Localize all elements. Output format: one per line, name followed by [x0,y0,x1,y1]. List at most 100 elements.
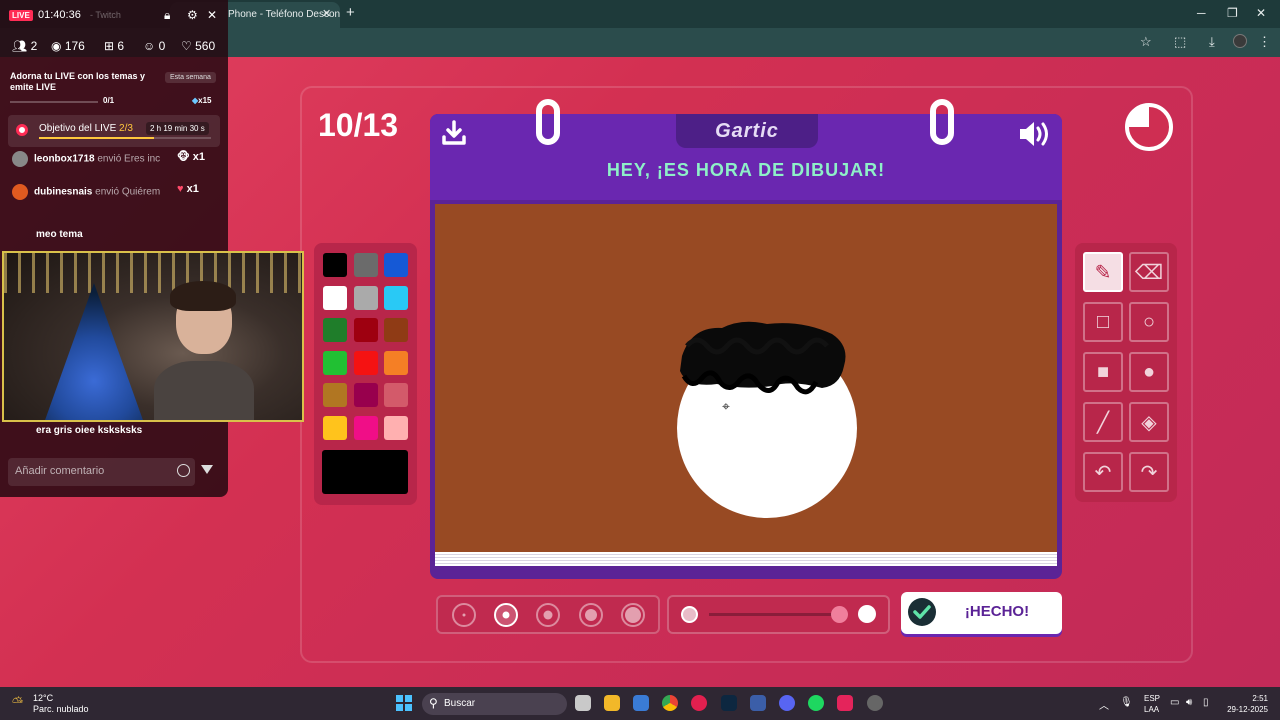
window-close-icon[interactable]: ✕ [1256,6,1266,20]
color-swatch[interactable] [384,383,408,407]
brush-size-1[interactable] [452,603,476,627]
overlay-close-icon[interactable]: ✕ [207,8,217,22]
bookmark-star-icon[interactable]: ☆ [1140,34,1152,50]
goal-label: Objetivo del LIVE 2/3 [39,123,133,134]
brush-size-3[interactable] [536,603,560,627]
weather-description: Parc. nublado [33,704,89,714]
color-swatch[interactable] [323,350,347,375]
download-icon[interactable] [441,120,467,146]
color-swatch[interactable] [323,285,347,310]
color-swatch[interactable] [353,253,378,277]
start-icon[interactable] [396,695,412,711]
color-swatch[interactable] [323,383,347,407]
brush-size-2[interactable] [494,603,518,627]
paper-edge [435,552,1057,566]
ellipse-fill-tool-icon[interactable]: ● [1129,352,1169,392]
color-swatch[interactable] [353,318,378,342]
ellipse-outline-tool-icon[interactable]: ○ [1129,302,1169,342]
menu-icon[interactable]: ⋮ [1258,34,1271,50]
settings-icon[interactable]: ⚙ [187,8,198,22]
spotify-icon[interactable] [808,695,824,711]
guest-icon: ☺ [143,39,156,53]
obs-icon[interactable] [691,695,707,711]
network-icon[interactable]: ▭ [1170,697,1179,708]
extensions-icon[interactable]: ⬚ [1174,34,1186,50]
vpn-icon[interactable] [750,695,766,711]
stat-views: ◉ 176 [51,39,85,53]
emoji-icon[interactable] [177,464,190,477]
lock-icon[interactable]: 🔒︎ [164,8,170,23]
done-button-label: ¡HECHO! [964,603,1030,620]
gift-count: 🐵︎ x1 [177,151,206,163]
maximize-icon[interactable]: ❐ [1227,6,1238,20]
pencil-tool-icon[interactable]: ✎ [1083,252,1123,292]
chat-message: meo tema [36,229,83,240]
line-tool-icon[interactable]: ╱ [1083,402,1123,442]
file-explorer-icon[interactable] [604,695,620,711]
current-color [322,450,408,494]
language-code[interactable]: ESP [1144,694,1160,703]
brush-size-5[interactable] [621,603,645,627]
new-tab-button[interactable]: + [346,4,355,21]
store-icon[interactable] [633,695,649,711]
volume-icon[interactable]: 🔊︎ [1186,697,1192,708]
microphone-icon[interactable]: 🎙︎ [1120,697,1133,708]
promo-text: Adorna tu LIVE con los temas y emite LIV… [10,71,146,92]
downloads-icon[interactable]: ⤓ [1209,34,1215,50]
color-swatch[interactable] [384,318,408,342]
tab-close-icon[interactable]: ✕ [322,7,331,20]
redo-icon[interactable]: ↷ [1129,452,1169,492]
opacity-track[interactable] [709,613,839,616]
search-label: Buscar [444,698,476,709]
keyboard-layout[interactable]: LAA [1144,705,1159,714]
color-swatch[interactable] [384,350,408,375]
promo-multiplier: ◆x15 [192,96,212,105]
profile-avatar[interactable] [1233,34,1247,48]
chat-message: era gris oiee ksksksks [36,425,143,436]
color-swatch[interactable] [323,318,347,342]
color-swatch[interactable] [353,415,378,440]
task-view-icon[interactable] [575,695,591,711]
brush-size-4[interactable] [579,603,603,627]
color-swatch[interactable] [384,285,408,310]
color-swatch[interactable] [384,415,408,440]
sound-icon[interactable] [1018,119,1052,149]
audio-app-icon[interactable] [721,695,737,711]
paper-ring-right [930,99,954,145]
clock-time[interactable]: 2:51 [1222,694,1268,703]
color-swatch[interactable] [353,383,378,407]
drawing-instruction: HEY, ¡ES HORA DE DIBUJAR! [606,160,886,180]
opacity-handle[interactable] [831,606,848,623]
chat-message: dubinesnais envió Quiérem [12,184,160,200]
rectangle-fill-tool-icon[interactable]: ■ [1083,352,1123,392]
goal-timer: 2 h 19 min 30 s [146,122,209,135]
filter-icon[interactable] [201,465,213,474]
battery-icon[interactable]: ▯ [1203,697,1209,708]
rectangle-outline-tool-icon[interactable]: □ [1083,302,1123,342]
color-swatch[interactable] [384,253,408,277]
color-swatch[interactable] [323,415,347,440]
promo-progress: 0/1 [103,96,115,105]
avatar [12,151,28,167]
opacity-min-icon [681,606,698,623]
color-swatch[interactable] [323,253,347,277]
live-badge: LIVE [9,10,33,21]
weather-icon[interactable]: ⛅︎ [12,694,23,711]
tiktok-icon[interactable] [837,695,853,711]
minimize-icon[interactable]: ─ [1197,6,1206,20]
chrome-icon[interactable] [662,695,678,711]
eraser-tool-icon[interactable]: ⌫ [1129,252,1169,292]
gift-count: ♥ x1 [177,183,199,195]
fill-bucket-tool-icon[interactable]: ◈ [1129,402,1169,442]
tray-chevron-icon[interactable]: ︿ [1099,697,1109,712]
promo-tag[interactable]: Esta semana [165,72,216,83]
app-icon[interactable] [867,695,883,711]
clock-date[interactable]: 29-12-2025 [1210,705,1268,714]
webcam-feed [2,251,304,422]
round-counter: 10/13 [318,107,399,143]
undo-icon[interactable]: ↶ [1083,452,1123,492]
color-swatch[interactable] [353,350,378,375]
color-swatch[interactable] [353,285,378,310]
discord-icon[interactable] [779,695,795,711]
search-icon: ⚲ [429,696,438,710]
